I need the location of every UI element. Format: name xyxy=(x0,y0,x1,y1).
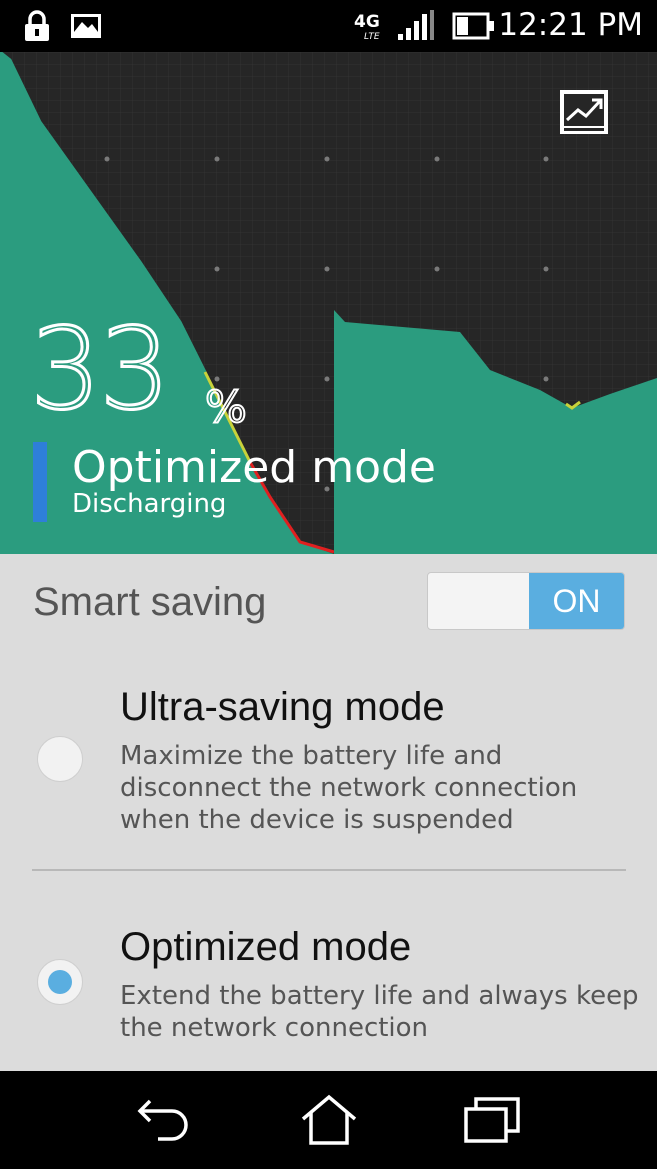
chart-icon[interactable] xyxy=(558,88,610,136)
optimized-mode-option[interactable]: Optimized mode Extend the battery life a… xyxy=(0,900,657,1065)
image-icon xyxy=(71,14,101,38)
clock: 12:21 PM xyxy=(498,7,643,43)
back-icon[interactable] xyxy=(136,1095,192,1145)
battery-icon xyxy=(452,12,494,40)
status-bar: 4G LTE 12:21 PM xyxy=(0,0,657,52)
optimized-mode-radio[interactable] xyxy=(37,959,83,1005)
battery-percent: 33 xyxy=(29,305,172,435)
mode-indicator-bar xyxy=(33,442,47,522)
signal-icon xyxy=(398,10,434,40)
ultra-saving-radio[interactable] xyxy=(37,736,83,782)
smart-saving-row: Smart saving ON xyxy=(0,554,657,654)
ultra-saving-mode-option[interactable]: Ultra-saving mode Maximize the battery l… xyxy=(0,660,657,865)
toggle-on-label: ON xyxy=(529,573,624,629)
charging-status: Discharging xyxy=(72,489,227,519)
battery-percent-sign: % xyxy=(204,381,248,434)
svg-text:4G: 4G xyxy=(354,12,380,32)
battery-graph: 33 % Optimized mode Discharging xyxy=(0,52,657,554)
divider xyxy=(32,869,626,871)
navigation-bar xyxy=(0,1071,657,1169)
option-description: Extend the battery life and always keep … xyxy=(120,981,639,1043)
current-mode-title: Optimized mode xyxy=(72,442,436,493)
smart-saving-label: Smart saving xyxy=(33,580,267,624)
option-title: Optimized mode xyxy=(120,925,412,969)
home-icon[interactable] xyxy=(299,1093,359,1147)
svg-text:LTE: LTE xyxy=(364,32,380,42)
smart-saving-toggle[interactable]: ON xyxy=(427,572,625,630)
option-description: Maximize the battery life and disconnect… xyxy=(120,741,578,835)
recents-icon[interactable] xyxy=(464,1095,524,1145)
lte-icon: 4G LTE xyxy=(354,12,380,42)
option-title: Ultra-saving mode xyxy=(120,685,445,729)
lock-icon xyxy=(25,10,49,41)
